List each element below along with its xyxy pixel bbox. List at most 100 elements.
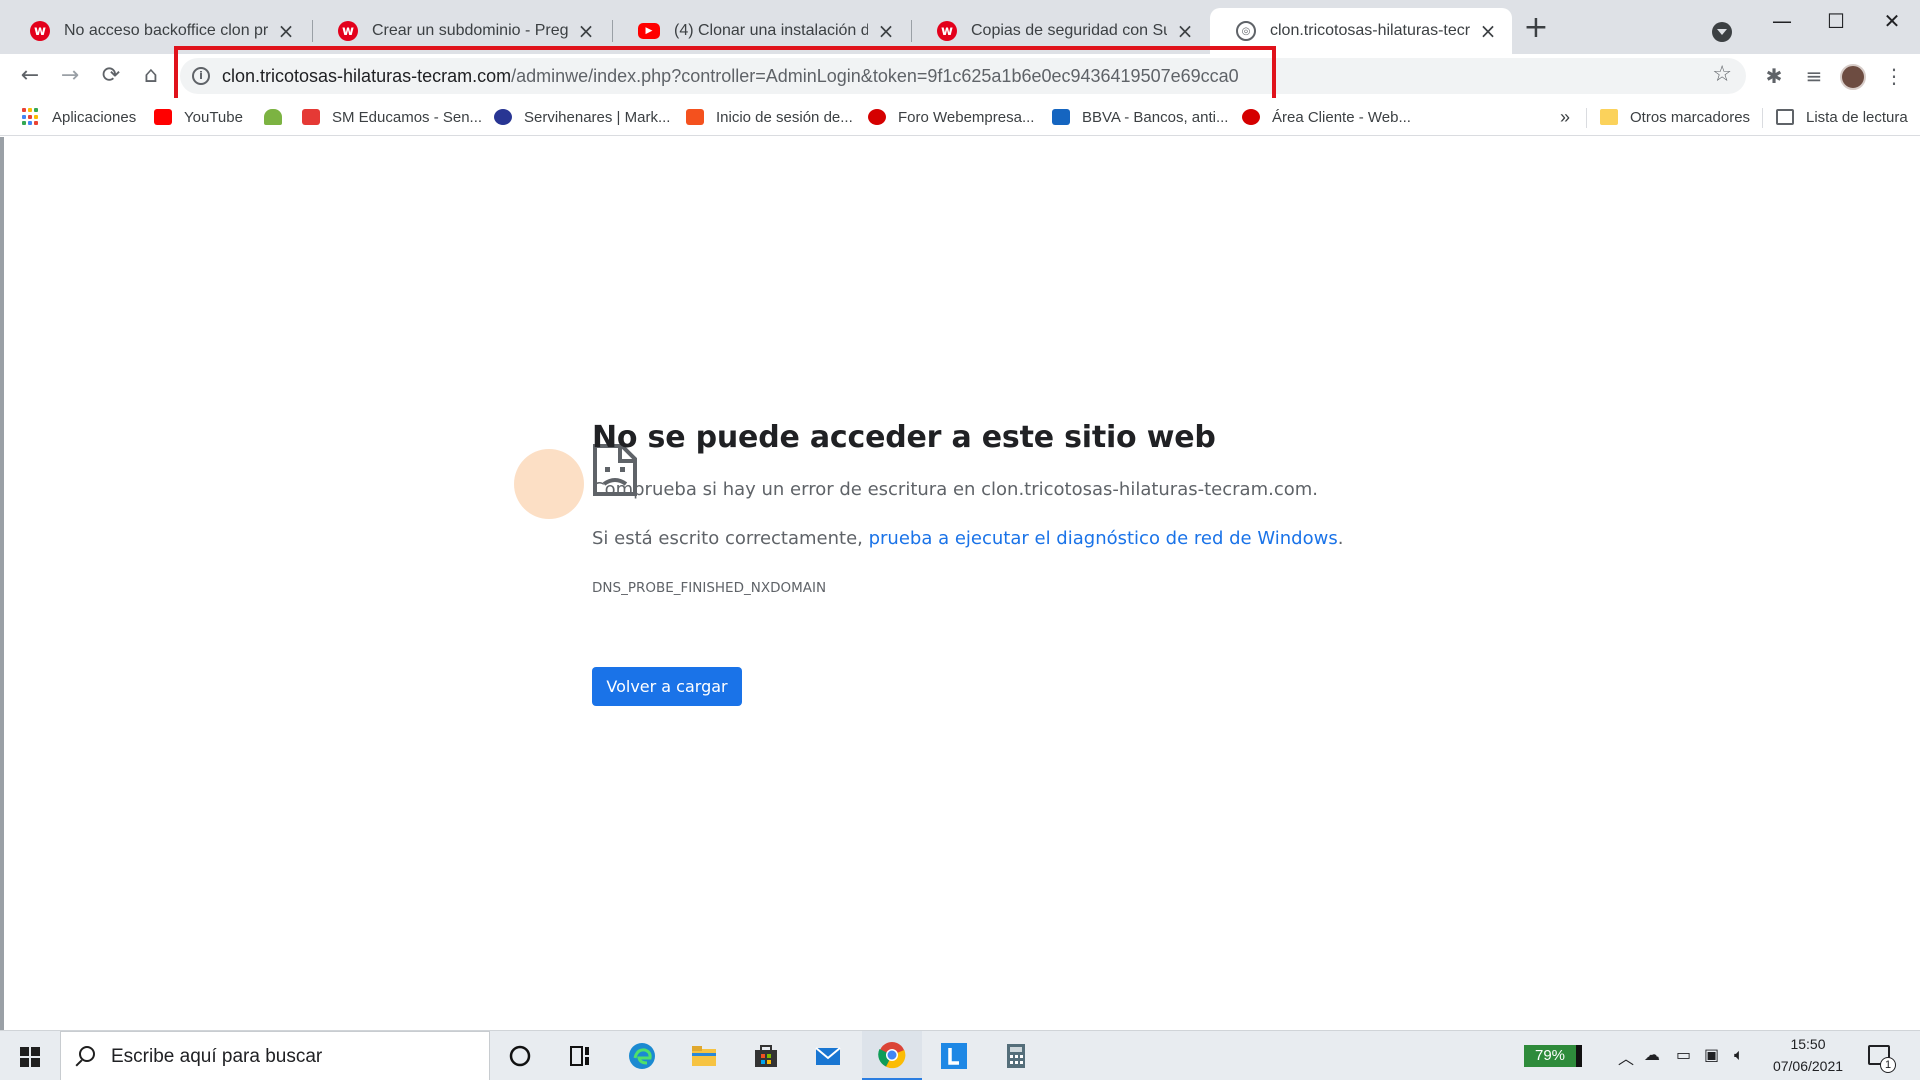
battery-percentage-badge: 79%	[1524, 1045, 1582, 1067]
l-app-button[interactable]	[924, 1031, 984, 1080]
bookmark-separator	[1586, 108, 1587, 128]
tab-strip: w No acceso backoffice clon presta × w C…	[0, 0, 1920, 54]
clock-time[interactable]: 15:50	[1770, 1036, 1846, 1052]
url-text[interactable]: clon.tricotosas-hilaturas-tecram.com/adm…	[222, 66, 1239, 87]
edge-button[interactable]	[612, 1031, 672, 1080]
bookmark-inicio-sesion[interactable]: Inicio de sesión de...	[686, 106, 853, 128]
search-icon	[79, 1046, 95, 1062]
close-icon[interactable]: ×	[1478, 19, 1498, 43]
servihenares-icon	[494, 109, 512, 125]
home-button[interactable]: ⌂	[135, 60, 167, 92]
site-info-icon[interactable]: i	[192, 67, 210, 85]
tab-title: No acceso backoffice clon presta	[64, 22, 268, 39]
bookmark-android[interactable]	[264, 106, 294, 128]
error-suggestion-line: Comprueba si hay un error de escritura e…	[592, 479, 1318, 500]
diagnostic-link[interactable]: prueba a ejecutar el diagnóstico de red …	[869, 528, 1338, 549]
bookmark-star-icon[interactable]: ☆	[1712, 62, 1732, 87]
bookmark-separator	[1762, 108, 1763, 128]
chevron-up-icon[interactable]: ︿	[1618, 1045, 1634, 1069]
tab-active-clon[interactable]: ◎ clon.tricotosas-hilaturas-tecram.c ×	[1210, 8, 1512, 54]
cortana-icon	[509, 1045, 531, 1067]
reload-page-button[interactable]: Volver a cargar	[592, 667, 742, 706]
cursor-highlight	[514, 449, 584, 519]
bookmark-sm-educamos[interactable]: SM Educamos - Sen...	[302, 106, 482, 128]
file-explorer-icon	[692, 1046, 716, 1066]
windows-taskbar: Escribe aquí para buscar 79% ︿ ☁ ▭ ▣ 🔈︎ …	[0, 1030, 1920, 1080]
edge-icon	[629, 1043, 655, 1069]
mail-button[interactable]	[798, 1031, 858, 1080]
browser-toolbar: ← → ⟳ ⌂ i clon.tricotosas-hilaturas-tecr…	[0, 54, 1920, 98]
chrome-icon	[878, 1041, 906, 1068]
bookmark-bbva[interactable]: BBVA - Bancos, anti...	[1052, 106, 1228, 128]
close-icon[interactable]: ×	[1175, 19, 1195, 43]
close-icon[interactable]: ×	[876, 19, 896, 43]
webempresa-icon: w	[937, 21, 957, 41]
tab-clonar-youtube[interactable]: ▶ (4) Clonar una instalación de Pre ×	[612, 8, 910, 54]
calculator-icon	[1007, 1044, 1025, 1068]
bbva-icon	[1052, 109, 1070, 125]
file-explorer-button[interactable]	[674, 1031, 734, 1080]
bookmark-label: Aplicaciones	[52, 108, 137, 126]
android-icon	[264, 109, 282, 125]
tab-search-icon[interactable]	[1712, 22, 1732, 42]
chrome-button[interactable]	[862, 1031, 922, 1080]
profile-avatar[interactable]	[1840, 64, 1866, 90]
task-view-button[interactable]	[550, 1031, 610, 1080]
login-icon	[686, 109, 704, 125]
webempresa-icon: w	[338, 21, 358, 41]
webempresa-icon	[1242, 109, 1260, 125]
webempresa-icon	[868, 109, 886, 125]
extensions-icon[interactable]: ✱	[1760, 62, 1788, 90]
bookmark-label: YouTube	[184, 108, 243, 126]
onedrive-icon[interactable]: ☁	[1644, 1045, 1660, 1064]
page-content: No se puede acceder a este sitio web Com…	[0, 137, 1920, 1030]
error-title: No se puede acceder a este sitio web	[592, 420, 1216, 455]
tab-title: (4) Clonar una instalación de Pre	[674, 22, 868, 39]
media-control-icon[interactable]: ≡	[1800, 62, 1828, 90]
bookmark-area-cliente[interactable]: Área Cliente - Web...	[1242, 106, 1411, 128]
store-button[interactable]	[736, 1031, 796, 1080]
bookmarks-overflow-button[interactable]: »	[1560, 106, 1570, 128]
sm-icon	[302, 109, 320, 125]
bookmark-label: BBVA - Bancos, anti...	[1082, 108, 1229, 126]
new-tab-button[interactable]: +	[1522, 13, 1550, 43]
reading-list-button[interactable]: Lista de lectura	[1776, 106, 1908, 128]
taskbar-search-box[interactable]: Escribe aquí para buscar	[60, 1031, 490, 1080]
close-icon[interactable]: ×	[576, 19, 596, 43]
bookmark-aplicaciones[interactable]: Aplicaciones	[22, 106, 136, 128]
bookmark-label: Servihenares | Mark...	[524, 108, 671, 126]
url-path: /adminwe/index.php?controller=AdminLogin…	[511, 66, 1239, 86]
windows-start-icon[interactable]	[20, 1047, 40, 1067]
bookmark-otros-marcadores[interactable]: Otros marcadores	[1600, 106, 1750, 128]
reload-button[interactable]: ⟳	[95, 60, 127, 92]
reading-list-icon	[1776, 109, 1794, 125]
close-icon[interactable]: ×	[276, 19, 296, 43]
l-app-icon	[941, 1043, 967, 1069]
bookmark-label: Otros marcadores	[1630, 108, 1751, 126]
tab-title: Crear un subdominio - Preguntas	[372, 22, 568, 39]
bookmark-youtube[interactable]: YouTube	[154, 106, 243, 128]
mail-icon	[815, 1047, 841, 1065]
battery-icon[interactable]: ▭	[1676, 1045, 1691, 1064]
forward-button[interactable]: →	[54, 60, 86, 92]
tab-copias-seguridad[interactable]: w Copias de seguridad con Superb ×	[911, 8, 1209, 54]
diagnostic-prefix: Si está escrito correctamente,	[592, 528, 869, 549]
tab-backoffice[interactable]: w No acceso backoffice clon presta ×	[4, 8, 310, 54]
bookmark-servihenares[interactable]: Servihenares | Mark...	[494, 106, 670, 128]
taskbar-search-placeholder: Escribe aquí para buscar	[111, 1046, 323, 1067]
close-window-button[interactable]: ✕	[1872, 6, 1912, 36]
bookmark-foro-webempresa[interactable]: Foro Webempresa...	[868, 106, 1034, 128]
clock-date[interactable]: 07/06/2021	[1766, 1058, 1850, 1074]
network-icon[interactable]: ▣	[1704, 1045, 1719, 1064]
minimize-button[interactable]: —	[1762, 6, 1802, 36]
calculator-button[interactable]	[986, 1031, 1046, 1080]
task-view-icon	[570, 1046, 589, 1066]
bookmark-label: Foro Webempresa...	[898, 108, 1035, 126]
maximize-button[interactable]: ☐	[1816, 6, 1856, 36]
address-bar[interactable]: i clon.tricotosas-hilaturas-tecram.com/a…	[180, 58, 1746, 94]
cortana-button[interactable]	[490, 1031, 550, 1080]
volume-icon[interactable]: 🔈︎	[1734, 1045, 1744, 1065]
tab-subdominio[interactable]: w Crear un subdominio - Preguntas ×	[312, 8, 610, 54]
back-button[interactable]: ←	[14, 60, 46, 92]
menu-icon[interactable]: ⋮	[1880, 62, 1908, 90]
